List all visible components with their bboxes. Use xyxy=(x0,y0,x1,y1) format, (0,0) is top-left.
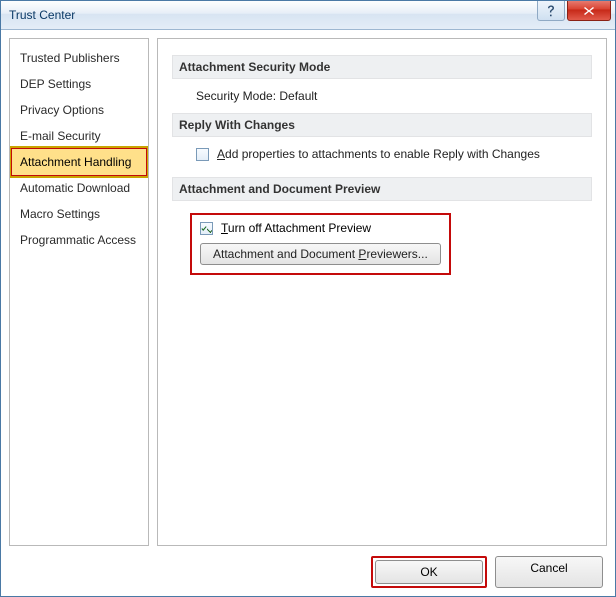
ok-highlight-box: OK xyxy=(371,556,487,588)
sidebar-item-label: E-mail Security xyxy=(20,129,101,143)
panes: Trusted Publishers DEP Settings Privacy … xyxy=(9,38,607,546)
content-pane: Attachment Security Mode Security Mode: … xyxy=(157,38,607,546)
help-button[interactable] xyxy=(537,1,565,21)
group-header-security-mode: Attachment Security Mode xyxy=(172,55,592,79)
sidebar-item-dep-settings[interactable]: DEP Settings xyxy=(10,71,148,97)
sidebar-item-automatic-download[interactable]: Automatic Download xyxy=(10,175,148,201)
reply-changes-checkbox-label: Add properties to attachments to enable … xyxy=(217,147,540,161)
sidebar-item-label: DEP Settings xyxy=(20,77,91,91)
window-title: Trust Center xyxy=(9,8,75,22)
sidebar-item-label: Automatic Download xyxy=(20,181,130,195)
sidebar-item-email-security[interactable]: E-mail Security xyxy=(10,123,148,149)
sidebar-item-label: Privacy Options xyxy=(20,103,104,117)
security-mode-value: Security Mode: Default xyxy=(172,89,592,107)
titlebar-buttons xyxy=(537,1,611,21)
checkbox-icon xyxy=(196,148,209,161)
sidebar: Trusted Publishers DEP Settings Privacy … xyxy=(9,38,149,546)
sidebar-item-privacy-options[interactable]: Privacy Options xyxy=(10,97,148,123)
dialog-footer: OK Cancel xyxy=(9,552,607,588)
sidebar-item-attachment-handling[interactable]: Attachment Handling xyxy=(10,147,148,177)
checkbox-icon xyxy=(200,222,213,235)
trust-center-dialog: Trust Center Trusted Publishers DEP S xyxy=(0,0,616,597)
close-button[interactable] xyxy=(567,1,611,21)
preview-highlight-box: Turn off Attachment Preview Attachment a… xyxy=(190,213,451,275)
sidebar-item-label: Programmatic Access xyxy=(20,233,136,247)
sidebar-item-label: Trusted Publishers xyxy=(20,51,120,65)
sidebar-item-trusted-publishers[interactable]: Trusted Publishers xyxy=(10,45,148,71)
sidebar-item-label: Macro Settings xyxy=(20,207,100,221)
sidebar-item-label: Attachment Handling xyxy=(20,155,131,169)
group-header-preview: Attachment and Document Preview xyxy=(172,177,592,201)
titlebar: Trust Center xyxy=(1,1,615,30)
previewers-button[interactable]: Attachment and Document Previewers... xyxy=(200,243,441,265)
cancel-button[interactable]: Cancel xyxy=(495,556,603,588)
reply-changes-checkbox-row[interactable]: Add properties to attachments to enable … xyxy=(196,147,586,161)
ok-button[interactable]: OK xyxy=(375,560,483,584)
turn-off-preview-checkbox-label: Turn off Attachment Preview xyxy=(221,221,371,235)
turn-off-preview-checkbox-row[interactable]: Turn off Attachment Preview xyxy=(200,221,441,235)
group-header-reply-changes: Reply With Changes xyxy=(172,113,592,137)
dialog-body: Trusted Publishers DEP Settings Privacy … xyxy=(1,30,615,596)
sidebar-item-macro-settings[interactable]: Macro Settings xyxy=(10,201,148,227)
sidebar-item-programmatic-access[interactable]: Programmatic Access xyxy=(10,227,148,253)
